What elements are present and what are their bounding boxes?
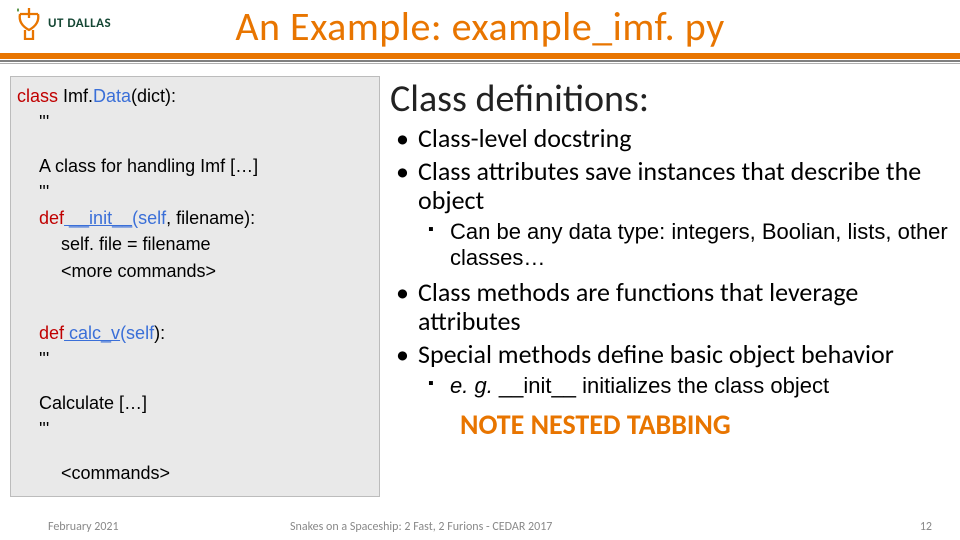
section-heading: Class definitions: — [390, 76, 950, 122]
code-line: A class for handling Imf […] — [17, 153, 371, 179]
code-line: ''' — [17, 416, 371, 442]
title-bar — [0, 53, 960, 59]
code-line: Calculate […] — [17, 390, 371, 416]
bullet: Class methods are functions that leverag… — [390, 278, 950, 336]
ut-logo-icon — [14, 6, 44, 40]
code-line: <more commands> — [17, 258, 371, 284]
sub-bullet: e. g. __init__ initializes the class obj… — [390, 373, 950, 398]
sub-bullet: Can be any data type: integers, Boolian,… — [390, 219, 950, 270]
code-line: class Imf.Data(dict): — [17, 83, 371, 109]
note-callout: NOTE NESTED TABBING — [390, 407, 950, 442]
code-line: ''' — [17, 346, 371, 372]
explanation-column: Class definitions: Class-level docstring… — [384, 76, 950, 497]
footer-date: February 2021 — [0, 520, 290, 534]
rule — [0, 60, 960, 62]
bullet: Special methods define basic object beha… — [390, 340, 950, 369]
code-block: class Imf.Data(dict): ''' A class for ha… — [10, 76, 380, 497]
code-line: self. file = filename — [17, 231, 371, 257]
footer-caption: Snakes on a Spaceship: 2 Fast, 2 Furions… — [290, 520, 890, 534]
logo-text: UT DALLAS — [48, 16, 111, 31]
bullet: Class attributes save instances that des… — [390, 157, 950, 215]
page-number: 12 — [890, 520, 960, 534]
rule — [0, 63, 960, 64]
code-line: ''' — [17, 109, 371, 135]
footer: February 2021 Snakes on a Spaceship: 2 F… — [0, 520, 960, 534]
content-area: class Imf.Data(dict): ''' A class for ha… — [0, 72, 960, 497]
code-line: def calc_v(self): — [17, 320, 371, 346]
code-line: ''' — [17, 179, 371, 205]
code-line: def __init__(self, filename): — [17, 205, 371, 231]
logo: UT DALLAS — [14, 6, 111, 40]
bullet: Class-level docstring — [390, 124, 950, 153]
header: UT DALLAS An Example: example_imf. py — [0, 0, 960, 72]
code-line: <commands> — [17, 460, 371, 486]
slide-title: An Example: example_imf. py — [0, 0, 960, 51]
